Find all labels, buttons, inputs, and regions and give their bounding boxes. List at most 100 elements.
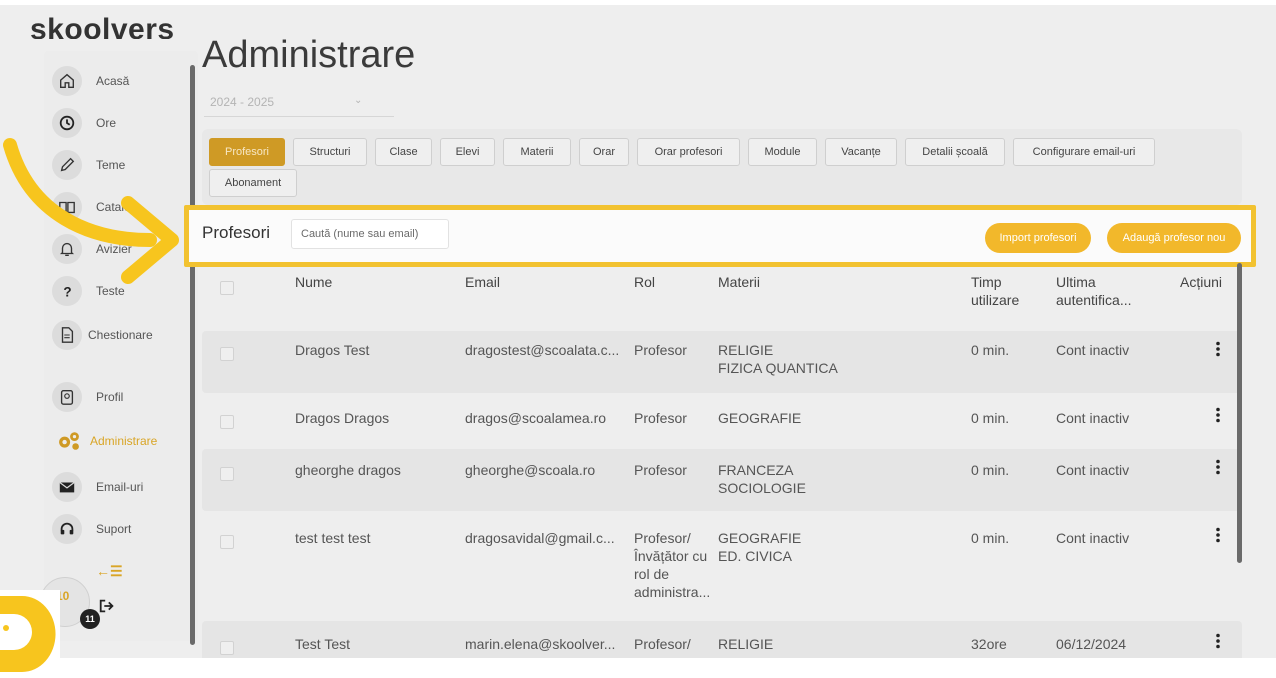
sidebar-item-label: Acasă <box>96 74 130 88</box>
tab-abonament[interactable]: Abonament <box>209 169 297 197</box>
document-icon <box>52 320 82 350</box>
teacher-role: Profesor <box>634 461 687 479</box>
row-checkbox[interactable] <box>220 415 234 429</box>
last-login: Cont inactiv <box>1056 462 1130 478</box>
teacher-name[interactable]: Dragos Dragos <box>295 409 389 427</box>
sidebar-item-label: Teste <box>96 284 125 298</box>
usage-time: 0 min. <box>971 342 1010 358</box>
usage-time: 0 min. <box>971 530 1010 546</box>
tutorial-arrow-icon <box>3 138 179 284</box>
tab-vacante[interactable]: Vacanțe <box>825 138 897 166</box>
column-header-usage-line2: utilizare <box>971 292 1020 308</box>
teacher-role: Profesor <box>634 409 687 427</box>
column-header-usage-line1: Timp <box>971 274 1002 290</box>
tab-materii[interactable]: Materii <box>503 138 571 166</box>
sidebar-item-email-uri[interactable]: Email-uri <box>50 469 190 505</box>
teacher-email: gheorghe@scoala.ro <box>465 462 596 478</box>
sidebar-item-suport[interactable]: Suport <box>50 511 190 547</box>
envelope-icon <box>52 472 82 502</box>
school-year-select[interactable]: 2024 - 2025 ⌄ <box>204 87 394 117</box>
teacher-name[interactable]: test test test <box>295 529 370 547</box>
profile-icon <box>52 382 82 412</box>
usage-time: 32ore <box>971 636 1007 652</box>
main-scrollbar[interactable] <box>1237 263 1242 563</box>
tab-configurare-email-uri[interactable]: Configurare email-uri <box>1013 138 1155 166</box>
row-checkbox[interactable] <box>220 641 234 655</box>
column-header-subjects[interactable]: Materii <box>718 273 760 291</box>
column-header-name[interactable]: Nume <box>295 273 332 291</box>
sidebar-item-administrare[interactable]: Administrare <box>50 423 190 459</box>
teacher-subjects: GEOGRAFIE <box>718 409 801 427</box>
teacher-email: dragostest@scoalata.c... <box>465 342 620 358</box>
role-line: administra... <box>634 584 711 600</box>
sidebar-item-profil[interactable]: Profil <box>50 379 190 415</box>
tab-elevi[interactable]: Elevi <box>440 138 495 166</box>
app-screenshot: skoolvers Acasă Ore Teme Catalog Avizier… <box>0 5 1276 658</box>
column-header-actions: Acțiuni <box>1180 274 1223 290</box>
column-header-role[interactable]: Rol <box>634 273 655 291</box>
sidebar-item-acasa[interactable]: Acasă <box>50 63 190 99</box>
teacher-subjects: FRANCEZA SOCIOLOGIE <box>718 461 806 497</box>
svg-text:?: ? <box>63 284 71 299</box>
teacher-role: Profesor/ <box>634 635 691 653</box>
role-line: Profesor/ <box>634 530 691 546</box>
subject-line: RELIGIE <box>718 636 774 652</box>
teacher-email: dragosavidal@gmail.c... <box>465 530 615 546</box>
column-header-last-login[interactable]: Ultima autentifica... <box>1056 273 1132 309</box>
sidebar-item-label: Ore <box>96 116 117 130</box>
role-line: Profesor <box>634 410 687 426</box>
last-login: Cont inactiv <box>1056 410 1130 426</box>
column-header-usage[interactable]: Timp utilizare <box>971 273 1019 309</box>
row-checkbox[interactable] <box>220 467 234 481</box>
add-teacher-button[interactable]: Adaugă profesor nou <box>1107 223 1241 253</box>
tab-orar[interactable]: Orar <box>579 138 629 166</box>
row-checkbox[interactable] <box>220 535 234 549</box>
sidebar-item-label: Chestionare <box>88 328 153 342</box>
import-teachers-button[interactable]: Import profesori <box>985 223 1091 253</box>
tab-structuri[interactable]: Structuri <box>293 138 367 166</box>
subject-line: GEOGRAFIE <box>718 410 802 426</box>
column-header-email[interactable]: Email <box>465 273 500 291</box>
row-actions-icon[interactable] <box>1213 633 1223 649</box>
tab-detalii-scoala[interactable]: Detalii școală <box>905 138 1005 166</box>
column-header-last-login-line1: Ultima <box>1056 274 1096 290</box>
teacher-name[interactable]: Test Test <box>295 635 350 653</box>
subject-line: FIZICA QUANTICA <box>718 360 838 376</box>
role-line: rol de <box>634 566 670 582</box>
tab-profesori[interactable]: Profesori <box>209 138 285 166</box>
select-all-checkbox[interactable] <box>220 281 234 295</box>
subject-line: SOCIOLOGIE <box>718 480 806 496</box>
row-actions-icon[interactable] <box>1213 407 1223 423</box>
sidebar-item-label: Administrare <box>90 434 158 448</box>
teacher-subjects: RELIGIE FIZICA QUANTICA <box>718 341 838 377</box>
sidebar-item-ore[interactable]: Ore <box>50 105 190 141</box>
home-icon <box>52 66 82 96</box>
search-input[interactable] <box>291 219 449 249</box>
teacher-name[interactable]: gheorghe dragos <box>295 461 401 479</box>
row-actions-icon[interactable] <box>1213 341 1223 357</box>
notification-badge[interactable]: 11 <box>80 609 100 629</box>
logout-icon[interactable] <box>98 597 116 615</box>
chevron-down-icon: ⌄ <box>354 95 363 106</box>
row-actions-icon[interactable] <box>1213 527 1223 543</box>
sidebar-item-chestionare[interactable]: Chestionare <box>50 317 190 353</box>
last-login: 06/12/2024 <box>1056 636 1127 652</box>
watermark-logo-icon <box>0 596 56 672</box>
tab-module[interactable]: Module <box>748 138 817 166</box>
role-line: Învățător cu <box>634 548 708 564</box>
row-checkbox[interactable] <box>220 347 234 361</box>
section-title: Profesori <box>202 223 271 242</box>
usage-time: 0 min. <box>971 410 1010 426</box>
row-actions-icon[interactable] <box>1213 459 1223 475</box>
collapse-sidebar-icon[interactable]: ←☰ <box>96 563 123 580</box>
teacher-subjects: RELIGIE <box>718 635 773 653</box>
page-title: Administrare <box>202 34 416 76</box>
last-login: Cont inactiv <box>1056 342 1130 358</box>
subject-line: FRANCEZA <box>718 462 794 478</box>
sidebar-item-label: Profil <box>96 390 124 404</box>
teacher-name[interactable]: Dragos Test <box>295 341 369 359</box>
tab-clase[interactable]: Clase <box>375 138 432 166</box>
brand-logo: skoolvers <box>30 15 175 39</box>
teacher-email: dragos@scoalamea.ro <box>465 410 607 426</box>
tab-orar-profesori[interactable]: Orar profesori <box>637 138 740 166</box>
